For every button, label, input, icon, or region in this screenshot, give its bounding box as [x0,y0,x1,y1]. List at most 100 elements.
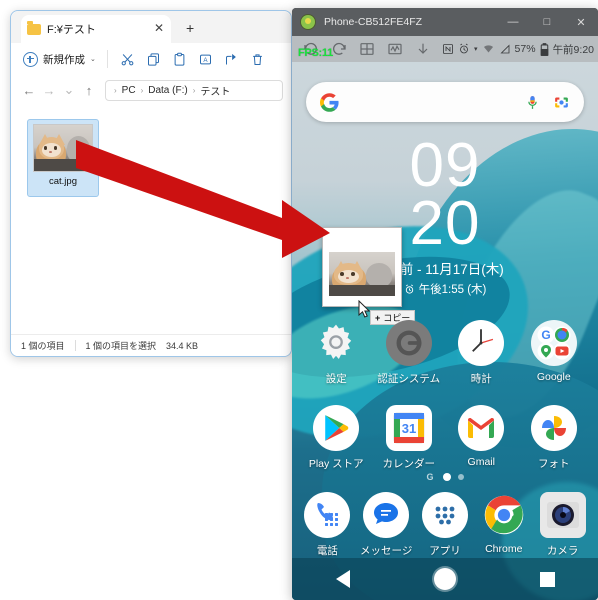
breadcrumb-item-pc[interactable]: PC [122,85,136,96]
app-clock[interactable]: 時計 [450,320,512,386]
dock-app-drawer[interactable]: アプリ [418,492,472,558]
rename-button[interactable]: A [193,47,219,71]
drag-preview-thumbnail [322,227,402,307]
breadcrumb-item-data[interactable]: Data (F:) [148,85,187,96]
rotate-left-icon[interactable] [302,40,320,58]
breadcrumb[interactable]: › PC › Data (F:) › テスト [105,79,283,101]
breadcrumb-item-test[interactable]: テスト [200,83,230,98]
google-logo-icon [320,92,339,112]
toolbar-divider [106,50,108,68]
screenshot-icon[interactable] [358,40,376,58]
app-google-folder[interactable]: G Google [523,320,585,386]
svg-text:A: A [204,57,209,64]
file-thumbnail [33,124,93,172]
phone-mirror-window[interactable]: Phone-CB512FE4FZ — □ ✕ FPS:11 ▾ 57% 午前9:… [292,8,598,600]
alarm-icon [460,43,468,54]
app-label: カメラ [546,545,579,557]
app-row-2: Play ストア 31 カレンダー Gmail フォト [292,405,598,471]
app-gmail[interactable]: Gmail [450,405,512,471]
file-explorer-window[interactable]: F:¥テスト ✕ + 新規作成 ⌄ A ← → ⌄ ↑ › PC › Data … [10,10,292,357]
explorer-tab-label: F:¥テスト [47,24,96,36]
phone-dock: 電話 メッセージ アプリ Chrome カメラ [292,492,598,558]
app-authenticator[interactable]: 認証システム [377,320,441,386]
chrome-icon [481,492,527,538]
explorer-status-bar: 1 個の項目 1 個の項目を選択 34.4 KB [11,334,291,356]
app-calendar[interactable]: 31 カレンダー [378,405,440,471]
status-bar-clock: 午前9:20 [552,43,594,56]
rotate-right-icon[interactable] [330,40,348,58]
app-settings[interactable]: 設定 [305,320,367,386]
cut-button[interactable] [115,47,141,71]
file-item-cat-jpg[interactable]: cat.jpg [27,119,99,197]
battery-icon [540,42,548,56]
app-label: メッセージ [360,545,413,557]
phone-title-bar: Phone-CB512FE4FZ — □ ✕ [292,8,598,36]
back-triangle-icon [336,570,350,588]
play-store-icon [313,405,360,451]
nav-back-button[interactable] [323,559,363,599]
breadcrumb-separator: › [114,85,117,95]
plus-circle-icon [23,51,38,67]
forward-button[interactable]: → [39,80,59,100]
dock-app-messages[interactable]: メッセージ [359,492,413,558]
new-tab-icon[interactable]: + [186,20,194,36]
delete-button[interactable] [245,47,271,71]
settings-icon [313,320,359,366]
home-circle-icon [434,568,456,590]
explorer-navigation-bar: ← → ⌄ ↑ › PC › Data (F:) › テスト [11,75,291,105]
paste-button[interactable] [167,47,193,71]
app-label: 時計 [470,373,492,385]
page-dot[interactable] [457,474,464,480]
download-icon[interactable] [414,40,432,58]
phone-status-bar: ▾ 57% 午前9:20 [442,36,594,62]
minimize-button[interactable]: — [496,8,530,36]
calendar-icon: 31 [385,405,432,451]
calendar-day: 31 [402,421,416,436]
app-photos[interactable]: フォト [523,405,585,471]
dock-app-phone[interactable]: 電話 [300,492,354,558]
android-navigation-bar [292,558,598,600]
up-button[interactable]: ↑ [79,80,99,100]
close-button[interactable]: ✕ [564,8,598,36]
messages-icon [363,492,410,538]
app-label: 認証システム [377,373,441,385]
app-label: アプリ [429,545,461,557]
share-button[interactable] [219,47,245,71]
android-icon [300,14,316,30]
google-search-bar[interactable] [306,82,584,122]
authenticator-icon [385,320,432,366]
app-label: フォト [538,458,570,470]
page-dot-active[interactable] [442,473,451,481]
google-feed-label: G [426,472,434,482]
recent-locations-button[interactable]: ⌄ [59,80,79,100]
chevron-down-icon: ⌄ [90,56,96,63]
rename-icon: A [200,54,212,64]
tab-close-icon[interactable]: ✕ [153,22,165,35]
phone-icon [304,492,351,538]
nav-home-button[interactable] [425,559,465,599]
explorer-toolbar: 新規作成 ⌄ A [11,43,291,75]
folder-icon [27,20,41,35]
drag-preview-image [329,252,395,296]
file-name-label: cat.jpg [49,176,77,187]
app-label: 設定 [325,373,347,385]
dock-app-camera[interactable]: カメラ [536,492,590,558]
nfc-icon [443,44,453,54]
copy-button[interactable] [141,47,167,71]
performance-chart-icon[interactable] [386,40,404,58]
explorer-file-list: cat.jpg [11,107,291,334]
maximize-button[interactable]: □ [530,8,564,36]
dock-app-chrome[interactable]: Chrome [477,492,531,558]
battery-percent-label: 57% [514,43,536,55]
wifi-icon [483,45,493,53]
status-selection: 1 個の項目を選択 [85,341,157,351]
back-button[interactable]: ← [19,80,39,100]
breadcrumb-separator: › [140,85,144,95]
recents-square-icon [539,571,555,587]
new-item-button[interactable]: 新規作成 ⌄ [19,50,100,69]
svg-text:G: G [541,328,550,342]
explorer-tab[interactable]: F:¥テスト ✕ [21,15,171,43]
nav-recents-button[interactable] [527,559,567,599]
app-play-store[interactable]: Play ストア [305,405,367,471]
phone-screen[interactable]: 09 20 午前 - 11月17日(木) 午後1:55 (木) + コピー 設定… [292,62,598,600]
